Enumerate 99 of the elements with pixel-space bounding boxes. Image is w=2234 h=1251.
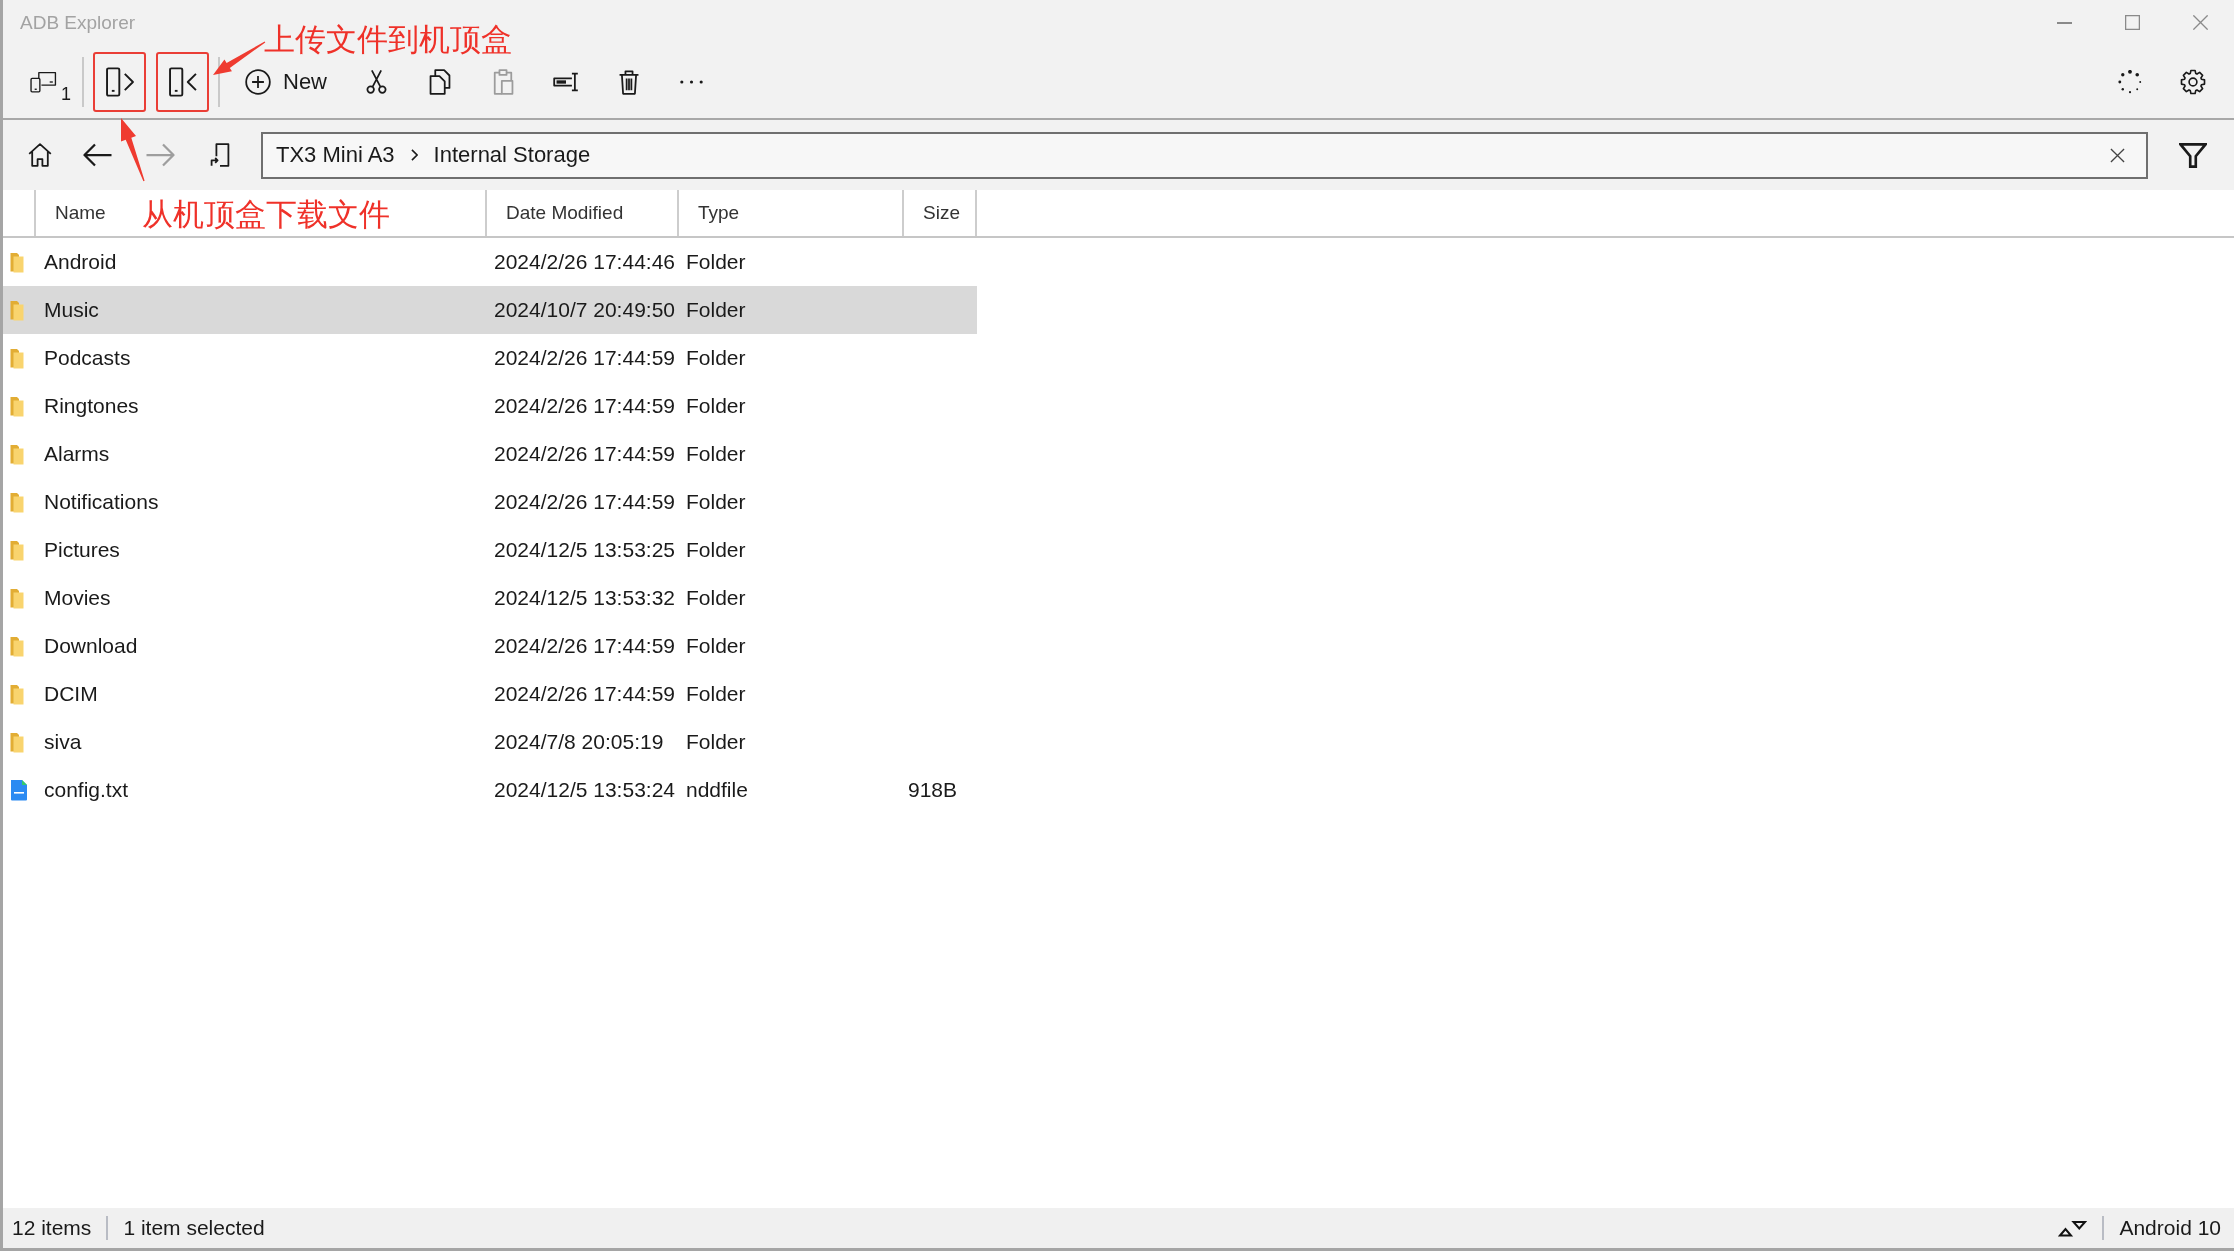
forward-arrow-icon [145,143,175,167]
column-header[interactable]: Size [904,190,977,236]
annotation-text: 上传文件到机顶盒 [264,22,512,57]
folder-icon [10,395,24,417]
file-type: Folder [685,442,746,466]
date-modified: 2024/2/26 17:44:59 [493,490,675,514]
date-modified: 2024/7/8 20:05:19 [493,730,664,754]
column-header[interactable]: Date Modified [487,190,679,236]
new-button[interactable]: New [229,58,340,105]
push-button[interactable] [156,51,209,112]
maximize-icon [2124,15,2140,30]
home-icon [28,143,52,167]
filter-icon [2179,142,2207,168]
folder-icon [10,299,24,321]
file-row[interactable]: Android 2024/2/26 17:44:46 Folder [3,238,977,286]
column-header[interactable]: Type [679,190,904,236]
devices-icon [30,70,57,93]
date-modified: 2024/2/26 17:44:46 [493,250,675,274]
date-modified: 2024/2/26 17:44:59 [493,634,675,658]
folder-icon [10,443,24,465]
folder-icon [10,635,24,657]
selection-count: 1 item selected [123,1216,265,1240]
sort-icon[interactable] [2058,1219,2088,1237]
device-count: 1 [61,84,71,103]
scissors-icon [366,68,387,95]
more-icon [680,79,703,84]
close-icon [2192,15,2208,30]
folder-icon [10,587,24,609]
file-name: Pictures [43,538,120,562]
file-type: Folder [685,394,746,418]
page-arrow-icon [208,143,232,167]
file-name: Android [43,250,117,274]
folder-icon [10,251,24,273]
file-type: Folder [685,298,746,322]
settings-icon [2180,68,2206,95]
date-modified: 2024/2/26 17:44:59 [493,346,675,370]
minimize-icon [2056,21,2072,24]
file-name: Movies [43,586,111,610]
file-row[interactable]: Podcasts 2024/2/26 17:44:59 Folder [3,334,977,382]
file-type: Folder [685,634,746,658]
path-segment[interactable]: Internal Storage [433,142,591,168]
file-type: Folder [685,586,746,610]
file-row[interactable]: Download 2024/2/26 17:44:59 Folder [3,622,977,670]
file-name: DCIM [43,682,98,706]
file-name: Download [43,634,138,658]
folder-icon [10,539,24,561]
pull-button[interactable] [93,51,146,112]
plus-circle-icon [245,68,271,95]
folder-icon [10,347,24,369]
file-type: Folder [685,682,746,706]
date-modified: 2024/2/26 17:44:59 [493,442,675,466]
file-row[interactable]: Music 2024/10/7 20:49:50 Folder [3,286,977,334]
date-modified: 2024/12/5 13:53:32 [493,586,675,610]
file-name: config.txt [43,778,129,802]
file-size: 918B [907,778,957,802]
devices-button[interactable]: 1 [17,58,73,105]
annotation-arrow [120,117,145,182]
close-icon [2109,147,2125,163]
file-type: Folder [685,346,746,370]
date-modified: 2024/2/26 17:44:59 [493,682,675,706]
path-segment[interactable]: TX3 Mini A3 [276,142,395,168]
folder-icon [10,491,24,513]
file-row[interactable]: config.txt 2024/12/5 13:53:24 nddfile 918B [3,766,977,814]
file-row[interactable]: Notifications 2024/2/26 17:44:59 Folder [3,478,977,526]
file-row[interactable]: Pictures 2024/12/5 13:53:25 Folder [3,526,977,574]
platform-version: Android 10 [2119,1216,2221,1240]
address-bar[interactable]: TX3 Mini A3 Internal Storage [261,131,2148,179]
file-type: nddfile [685,778,748,802]
file-name: Music [43,298,99,322]
back-arrow-icon [83,143,113,167]
annotation-text: 从机顶盒下载文件 [142,197,390,232]
phone-chevron-icon [166,66,199,97]
text-file-icon [10,779,28,801]
file-type: Folder [685,730,746,754]
date-modified: 2024/12/5 13:53:25 [493,538,675,562]
file-type: Folder [685,490,746,514]
file-row[interactable]: siva 2024/7/8 20:05:19 Folder [3,718,977,766]
file-type: Folder [685,250,746,274]
spinner-icon [2118,69,2142,94]
file-row[interactable]: Alarms 2024/2/26 17:44:59 Folder [3,430,977,478]
date-modified: 2024/2/26 17:44:59 [493,394,675,418]
folder-icon [10,683,24,705]
file-name: Podcasts [43,346,131,370]
date-modified: 2024/12/5 13:53:24 [493,778,675,802]
file-type: Folder [685,538,746,562]
window-title: ADB Explorer [20,11,136,34]
chevron-icon [410,149,418,161]
file-name: Alarms [43,442,110,466]
file-row[interactable]: DCIM 2024/2/26 17:44:59 Folder [3,670,977,718]
annotation-arrow [212,41,266,76]
file-name: Ringtones [43,394,139,418]
file-name: Notifications [43,490,159,514]
folder-icon [10,731,24,753]
item-count: 12 items [12,1216,92,1240]
date-modified: 2024/10/7 20:49:50 [493,298,675,322]
phone-chevron-icon [103,66,136,97]
file-name: siva [43,730,82,754]
file-row[interactable]: Ringtones 2024/2/26 17:44:59 Folder [3,382,977,430]
file-row[interactable]: Movies 2024/12/5 13:53:32 Folder [3,574,977,622]
